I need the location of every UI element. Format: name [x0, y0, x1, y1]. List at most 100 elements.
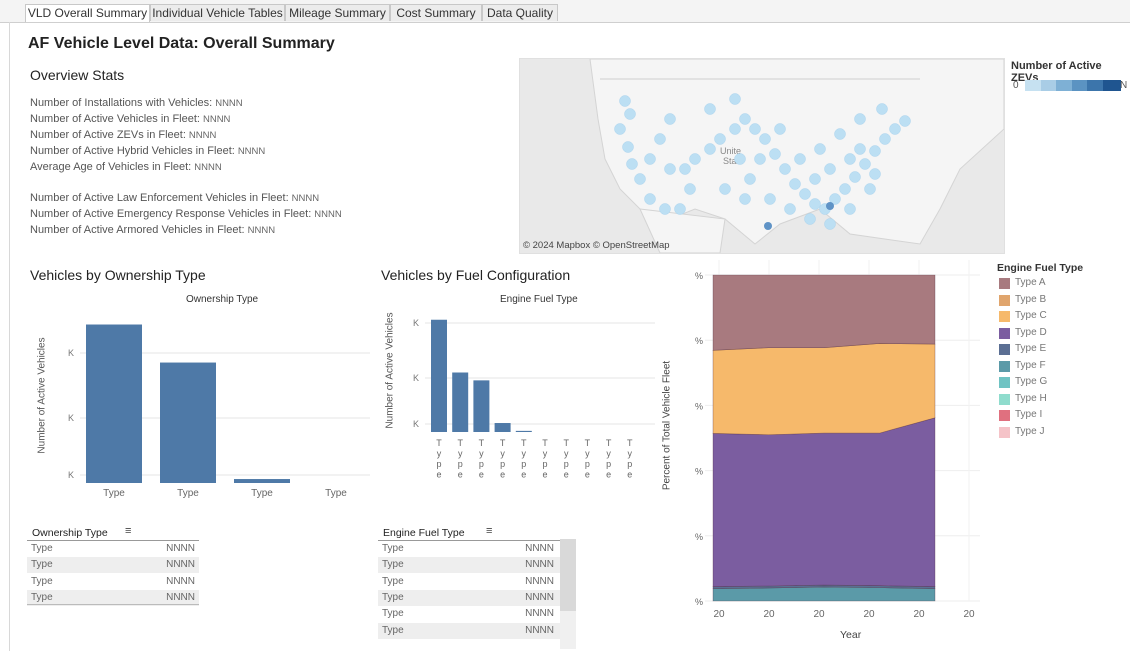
table-row[interactable]: Type NNNN: [378, 574, 560, 590]
table-row[interactable]: Type NNNN: [378, 606, 560, 622]
zev-marker[interactable]: [849, 171, 861, 183]
zev-marker[interactable]: [664, 113, 676, 125]
zev-marker[interactable]: [844, 203, 856, 215]
zev-marker[interactable]: [794, 153, 806, 165]
zev-marker[interactable]: [684, 183, 696, 195]
zev-marker[interactable]: [624, 108, 636, 120]
zev-marker[interactable]: [804, 213, 816, 225]
bar[interactable]: [515, 430, 532, 432]
zev-marker[interactable]: [869, 168, 881, 180]
table-row[interactable]: Type NNNN: [27, 557, 199, 574]
bar[interactable]: [234, 479, 290, 483]
zev-marker[interactable]: [679, 163, 691, 175]
tab-vld-overall-summary[interactable]: VLD Overall Summary: [25, 4, 150, 22]
zev-marker[interactable]: [784, 203, 796, 215]
bar[interactable]: [452, 372, 469, 433]
zev-marker[interactable]: [614, 123, 626, 135]
zev-marker[interactable]: [809, 198, 821, 210]
zev-marker[interactable]: [869, 145, 881, 157]
legend-item-label[interactable]: Type I: [1015, 409, 1042, 420]
zev-marker[interactable]: [839, 183, 851, 195]
sort-icon[interactable]: ≡: [125, 525, 131, 537]
legend-item-label[interactable]: Type E: [1015, 343, 1046, 354]
sort-icon[interactable]: ≡: [486, 525, 492, 537]
legend-item-label[interactable]: Type G: [1015, 376, 1047, 387]
area-series[interactable]: [712, 586, 936, 602]
zev-marker[interactable]: [876, 103, 888, 115]
zev-marker[interactable]: [626, 158, 638, 170]
tab-cost-summary[interactable]: Cost Summary: [390, 4, 482, 21]
ownership-table-header[interactable]: Ownership Type ≡: [27, 525, 199, 541]
legend-item-label[interactable]: Type F: [1015, 360, 1046, 371]
zev-marker[interactable]: [864, 183, 876, 195]
legend-item-label[interactable]: Type H: [1015, 393, 1047, 404]
zev-marker[interactable]: [789, 178, 801, 190]
zev-marker[interactable]: [619, 95, 631, 107]
zev-marker[interactable]: [899, 115, 911, 127]
fuel-table-scrollbar[interactable]: [560, 539, 576, 649]
zev-marker[interactable]: [759, 133, 771, 145]
tab-individual-vehicle-tables[interactable]: Individual Vehicle Tables: [150, 4, 285, 21]
area-series[interactable]: [712, 343, 936, 436]
zev-marker[interactable]: [704, 103, 716, 115]
table-row[interactable]: Type NNNN: [378, 589, 560, 606]
zev-marker[interactable]: [854, 113, 866, 125]
zev-marker[interactable]: [644, 153, 656, 165]
fuel-table-header[interactable]: Engine Fuel Type ≡: [378, 525, 560, 541]
table-row[interactable]: Type NNNN: [378, 622, 560, 639]
zev-marker[interactable]: [859, 158, 871, 170]
zev-marker[interactable]: [754, 153, 766, 165]
zev-marker[interactable]: [854, 143, 866, 155]
zev-marker[interactable]: [644, 193, 656, 205]
zev-marker[interactable]: [664, 163, 676, 175]
area-series[interactable]: [712, 274, 936, 351]
zev-marker[interactable]: [654, 133, 666, 145]
tab-data-quality[interactable]: Data Quality: [482, 4, 558, 21]
legend-item-label[interactable]: Type C: [1015, 310, 1047, 321]
bar[interactable]: [431, 319, 447, 432]
fuel-share-area-chart[interactable]: %%%%%% 20 20 20 20 20 20: [660, 255, 990, 645]
legend-item-label[interactable]: Type J: [1015, 426, 1044, 437]
zev-marker[interactable]: [719, 183, 731, 195]
zev-marker[interactable]: [729, 123, 741, 135]
bar[interactable]: [494, 423, 511, 432]
zev-marker[interactable]: [634, 173, 646, 185]
map-attribution[interactable]: © 2024 Mapbox © OpenStreetMap: [523, 240, 670, 251]
zev-marker[interactable]: [814, 143, 826, 155]
zev-marker[interactable]: [809, 173, 821, 185]
fuel-bar-chart[interactable]: KKKTypeTypeTypeTypeTypeTypeTypeTypeTypeT…: [405, 300, 665, 490]
zev-marker[interactable]: [824, 218, 836, 230]
bar[interactable]: [473, 380, 490, 432]
bar[interactable]: [160, 362, 216, 483]
zev-marker[interactable]: [622, 141, 634, 153]
table-row[interactable]: Type NNNN: [27, 541, 199, 557]
table-row[interactable]: Type NNNN: [378, 557, 560, 574]
table-row[interactable]: Type NNNN: [27, 574, 199, 590]
zev-marker[interactable]: [799, 188, 811, 200]
scrollbar-thumb[interactable]: [560, 539, 576, 611]
zev-marker[interactable]: [714, 133, 726, 145]
zev-marker[interactable]: [749, 123, 761, 135]
ownership-bar-chart[interactable]: K K K Type Type Type Type: [60, 300, 380, 500]
tab-mileage-summary[interactable]: Mileage Summary: [285, 4, 390, 21]
bar[interactable]: [86, 324, 142, 483]
zev-marker[interactable]: [769, 148, 781, 160]
table-row[interactable]: Type NNNN: [378, 541, 560, 557]
legend-item-label[interactable]: Type B: [1015, 294, 1046, 305]
zev-marker[interactable]: [824, 163, 836, 175]
zev-marker[interactable]: [739, 193, 751, 205]
zev-marker[interactable]: [764, 222, 772, 230]
zev-marker[interactable]: [879, 133, 891, 145]
zev-marker[interactable]: [689, 153, 701, 165]
zev-marker[interactable]: [744, 173, 756, 185]
zev-marker[interactable]: [704, 143, 716, 155]
zev-marker[interactable]: [729, 93, 741, 105]
zev-marker[interactable]: [739, 113, 751, 125]
legend-item-label[interactable]: Type D: [1015, 327, 1047, 338]
zev-marker[interactable]: [774, 123, 786, 135]
zev-marker[interactable]: [734, 153, 746, 165]
zev-marker[interactable]: [844, 153, 856, 165]
zev-marker[interactable]: [826, 202, 834, 210]
zev-marker[interactable]: [779, 163, 791, 175]
legend-item-label[interactable]: Type A: [1015, 277, 1046, 288]
